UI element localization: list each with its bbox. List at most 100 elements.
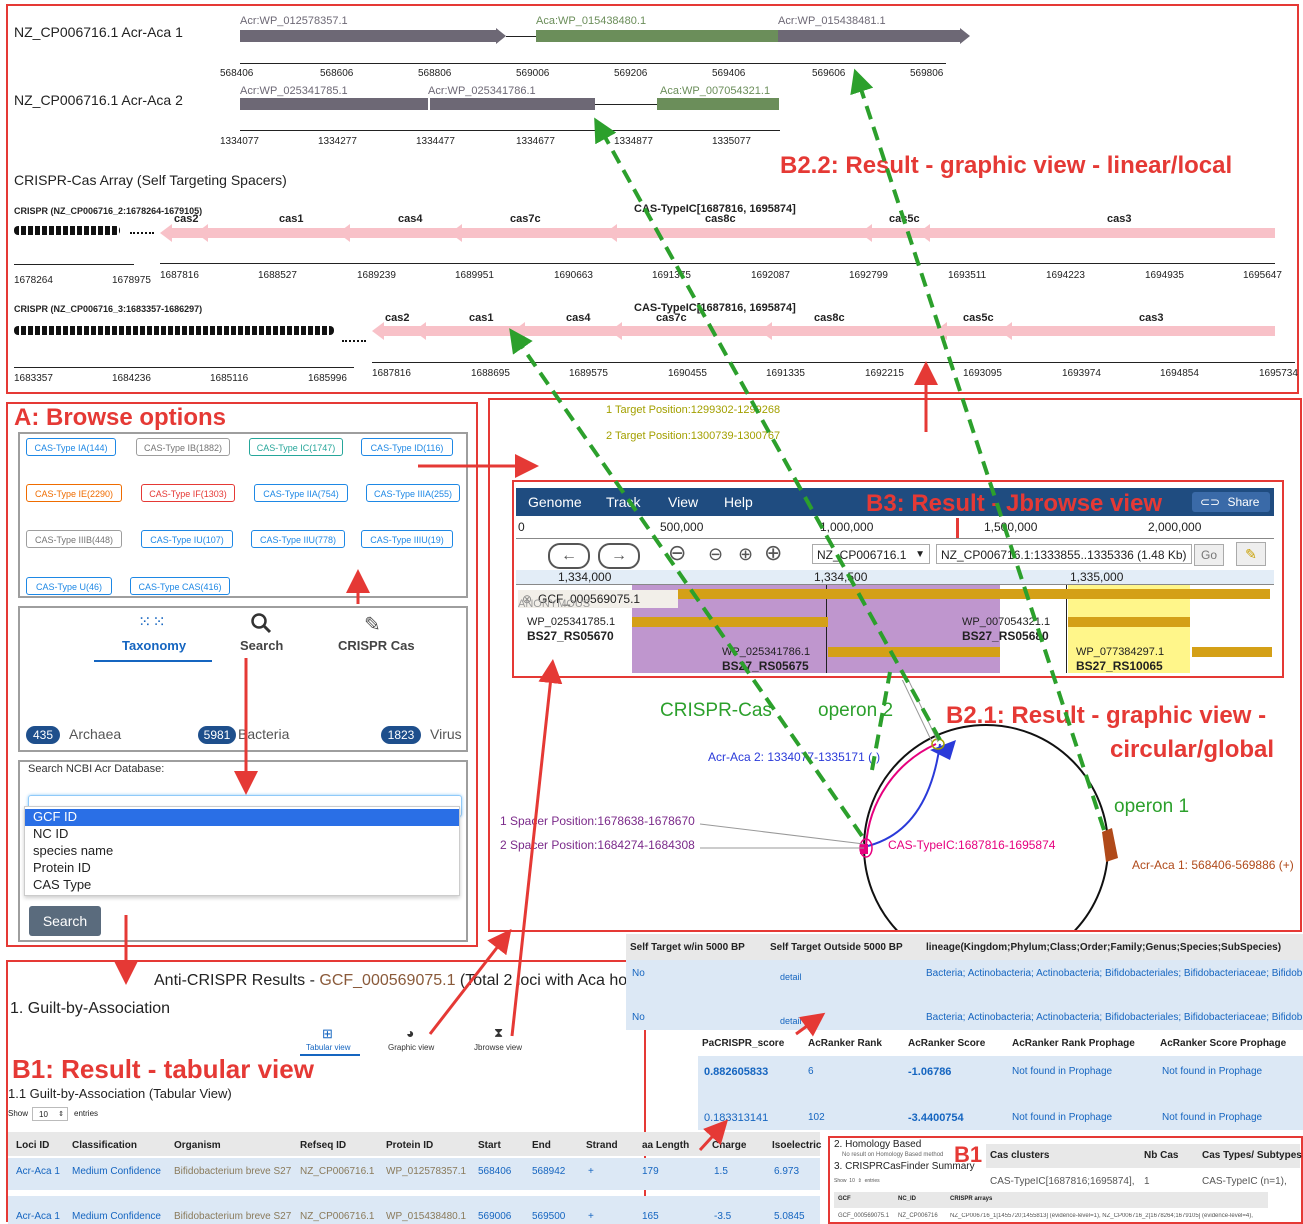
crispr2-dots — [342, 340, 366, 342]
col-header[interactable]: aa Length — [642, 1140, 689, 1151]
nav-back-icon[interactable]: ← — [548, 543, 590, 569]
nav-forward-icon[interactable]: → — [598, 543, 640, 569]
op2-gene1-bar[interactable] — [240, 98, 428, 110]
op1-gene1-bar[interactable] — [240, 30, 496, 42]
col-header[interactable]: Start — [478, 1140, 501, 1151]
location-input[interactable]: NZ_CP006716.1:1333855..1335336 (1.48 Kb) — [936, 544, 1192, 564]
col-header[interactable]: Organism — [174, 1140, 221, 1151]
col-header[interactable]: Self Target w/in 5000 BP — [630, 942, 745, 953]
cas-type-chip[interactable]: CAS-Type IC(1747) — [249, 438, 343, 456]
col-header[interactable]: Cas clusters — [990, 1150, 1049, 1161]
col-header[interactable]: AcRanker Rank Prophage — [1012, 1038, 1135, 1049]
tab-taxonomy[interactable]: Taxonomy — [122, 638, 186, 653]
jbrowse-menu-help[interactable]: Help — [724, 494, 753, 510]
col-header[interactable]: AcRanker Rank — [808, 1038, 882, 1049]
col-header[interactable]: Classification — [72, 1140, 137, 1151]
detail-link[interactable]: detail — [780, 972, 802, 982]
dropdown-option[interactable]: CAS Type — [33, 877, 91, 892]
dropdown-option[interactable]: species name — [33, 843, 113, 858]
col-header[interactable]: AcRanker Score Prophage — [1160, 1038, 1286, 1049]
jbrowse-view-button[interactable]: Jbrowse view — [474, 1043, 522, 1052]
feature-bar-3[interactable] — [1068, 617, 1190, 627]
col-header[interactable]: NC_ID — [898, 1196, 916, 1202]
palette-icon[interactable]: ◕ — [406, 1025, 414, 1041]
tab-crispr-cas[interactable]: CRISPR Cas — [338, 638, 415, 653]
feature-bar-1[interactable] — [632, 617, 828, 627]
cas-type-chip[interactable]: CAS-Type IIU(778) — [251, 530, 345, 548]
crispr2-cas-arrowhead — [935, 322, 947, 340]
zoom-in-large-icon[interactable]: ⊕ — [764, 540, 782, 566]
highlight-tool-icon[interactable]: ✎ — [1236, 542, 1266, 566]
op2-gene2-bar[interactable] — [430, 98, 595, 110]
search-type-dropdown[interactable]: GCF ID NC ID species name Protein ID CAS… — [24, 806, 460, 896]
op1-tick: 569206 — [614, 68, 648, 79]
cas-type-chip[interactable]: CAS-Type IA(144) — [26, 438, 116, 456]
bacteria-label[interactable]: Bacteria — [238, 726, 289, 742]
cas-type-chip[interactable]: CAS-Type CAS(416) — [130, 577, 230, 595]
graphic-view-button[interactable]: Graphic view — [388, 1043, 434, 1052]
col-header[interactable]: GCF — [838, 1196, 851, 1202]
crispr1-dots — [130, 232, 154, 234]
cas-type-chip[interactable]: CAS-Type IIIU(19) — [361, 530, 453, 548]
cas-type-chip[interactable]: CAS-Type IU(107) — [141, 530, 233, 548]
bacteria-count-badge[interactable]: 5981 — [198, 726, 236, 744]
refseq-select[interactable]: NZ_CP006716.1 ▼ — [812, 544, 930, 564]
jbrowse-menu-genome[interactable]: Genome — [528, 494, 582, 510]
feature-bar-top[interactable] — [678, 589, 1270, 599]
entries-select[interactable]: 10 ⇕ — [32, 1107, 68, 1121]
col-header[interactable]: Charge — [712, 1140, 746, 1151]
cas-type-chip[interactable]: CAS-Type IIIA(255) — [366, 484, 460, 502]
cell: 0.882605833 — [704, 1066, 769, 1078]
dropdown-option[interactable]: NC ID — [33, 826, 68, 841]
cas-type-chip[interactable]: CAS-Type IB(1882) — [136, 438, 230, 456]
cas-type-chip[interactable]: CAS-Type IIA(754) — [254, 484, 348, 502]
zoom-out-icon[interactable]: ⊖ — [708, 544, 723, 565]
col-header[interactable]: lineage(Kingdom;Phylum;Class;Order;Famil… — [926, 942, 1281, 953]
op2-tick: 1334877 — [614, 136, 653, 147]
cas-type-chip[interactable]: CAS-Type IIIB(448) — [26, 530, 122, 548]
col-header[interactable]: CRISPR arrays — [950, 1196, 992, 1202]
zoom-in-icon[interactable]: ⊕ — [738, 544, 753, 565]
col-header[interactable]: PaCRISPR_score — [702, 1038, 784, 1049]
jbrowse-menu-view[interactable]: View — [668, 494, 698, 510]
col-header[interactable]: AcRanker Score — [908, 1038, 985, 1049]
dropdown-option[interactable]: Protein ID — [33, 860, 91, 875]
op2-gene3-bar[interactable] — [657, 98, 779, 110]
col-header[interactable]: Refseq ID — [300, 1140, 346, 1151]
go-button[interactable]: Go — [1194, 544, 1224, 566]
cas-type-chip[interactable]: CAS-Type ID(116) — [361, 438, 453, 456]
col-header[interactable]: Protein ID — [386, 1140, 433, 1151]
tabular-view-button[interactable]: Tabular view — [306, 1043, 350, 1052]
col-header[interactable]: Strand — [586, 1140, 618, 1151]
col-header[interactable]: Nb Cas — [1144, 1150, 1178, 1161]
crispr1-cas-arrowhead — [918, 224, 930, 242]
feature-bar-4[interactable] — [1192, 647, 1272, 657]
hourglass-icon[interactable]: ⧗ — [494, 1025, 503, 1041]
archaea-label[interactable]: Archaea — [69, 726, 121, 742]
col-header[interactable]: Loci ID — [16, 1140, 49, 1151]
virus-count-badge[interactable]: 1823 — [381, 726, 421, 744]
jbrowse-menu-track[interactable]: Track — [606, 494, 640, 510]
jbrowse-share-button[interactable]: ⊂⊃ Share — [1192, 492, 1270, 512]
feature-bar-2[interactable] — [828, 647, 1000, 657]
tabular-view-icon[interactable]: ⊞ — [322, 1026, 333, 1042]
dropdown-option-selected[interactable] — [25, 809, 459, 826]
col-header[interactable]: Cas Types/ Subtypes — [1202, 1150, 1302, 1161]
tab-search[interactable]: Search — [240, 638, 283, 653]
col-header[interactable]: Isoelectric — [772, 1140, 821, 1151]
detail-link[interactable]: detail — [780, 1016, 802, 1026]
cas-type-chip[interactable]: CAS-Type U(46) — [26, 577, 112, 595]
crispr1-tick: 1687816 — [160, 270, 199, 281]
col-header[interactable]: Self Target Outside 5000 BP — [770, 942, 903, 953]
virus-label[interactable]: Virus — [430, 726, 462, 742]
search-button[interactable]: Search — [29, 906, 101, 936]
results-gcf[interactable]: GCF_000569075.1 — [319, 972, 455, 989]
op1-gene2-bar[interactable] — [536, 30, 778, 42]
op1-gene3-bar[interactable] — [778, 30, 960, 42]
cas-type-chip[interactable]: CAS-Type IF(1303) — [141, 484, 235, 502]
archaea-count-badge[interactable]: 435 — [26, 726, 60, 744]
cas-type-chip[interactable]: CAS-Type IE(2290) — [26, 484, 122, 502]
dropdown-option[interactable]: GCF ID — [33, 809, 77, 824]
zoom-out-large-icon[interactable]: ⊖ — [668, 540, 686, 566]
col-header[interactable]: End — [532, 1140, 551, 1151]
